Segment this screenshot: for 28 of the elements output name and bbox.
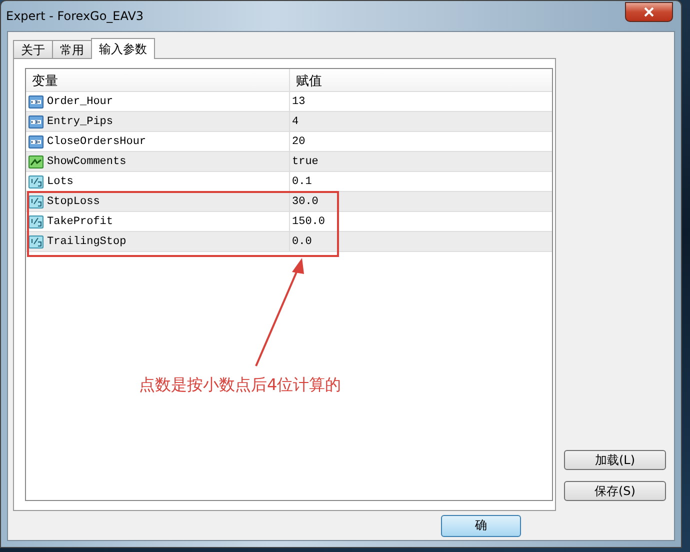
parameter-value[interactable]: 30.0 <box>292 196 318 208</box>
parameter-value[interactable]: true <box>292 156 318 168</box>
side-button[interactable]: 加载(L) <box>564 450 666 470</box>
parameter-value[interactable]: 20 <box>292 136 306 148</box>
parameter-value[interactable]: 13 <box>292 96 306 108</box>
window-title: Expert - ForexGo_EAV3 <box>6 9 144 23</box>
parameter-value[interactable]: 0.1 <box>292 176 312 188</box>
tab[interactable]: 关于 <box>13 40 53 58</box>
close-button[interactable] <box>625 2 673 22</box>
column-header[interactable]: 赋值 <box>289 69 552 91</box>
parameter-name: TakeProfit <box>47 216 114 228</box>
parameter-name: Entry_Pips <box>47 116 114 128</box>
parameter-name: StopLoss <box>47 196 100 208</box>
parameter-value[interactable]: 4 <box>292 116 299 128</box>
close-icon <box>643 7 655 17</box>
parameter-name: Lots <box>47 176 74 188</box>
parameter-name: CloseOrdersHour <box>47 136 146 148</box>
parameter-value[interactable]: 0.0 <box>292 236 312 248</box>
parameter-name: ShowComments <box>47 156 126 168</box>
parameter-value[interactable]: 150.0 <box>292 216 326 228</box>
side-button[interactable]: 保存(S) <box>564 481 666 501</box>
ok-button[interactable]: 确 <box>441 514 521 536</box>
tab[interactable]: 输入参数 <box>91 38 155 59</box>
parameter-name: TrailingStop <box>47 236 126 248</box>
tab[interactable]: 常用 <box>52 40 92 58</box>
annotation-text: 点数是按小数点后4位计算的 <box>139 375 342 396</box>
parameter-name: Order_Hour <box>47 96 114 108</box>
column-header[interactable]: 变量 <box>26 69 289 91</box>
